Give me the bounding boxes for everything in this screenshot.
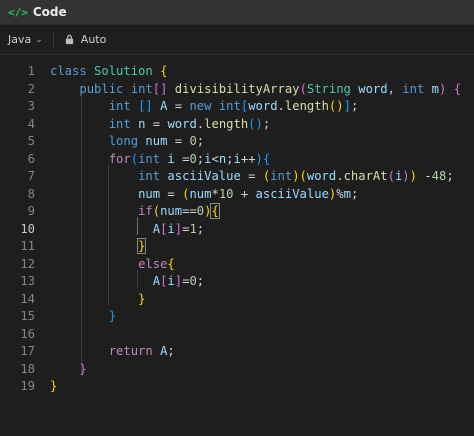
code-text[interactable]: long num = 0; [50, 133, 204, 151]
language-label: Java [8, 33, 32, 46]
line-number: 17 [20, 344, 35, 358]
code-text[interactable]: int [] A = new int[word.length()]; [50, 98, 359, 116]
line-number: 2 [27, 81, 35, 96]
language-selector[interactable]: Java ⌄ [8, 33, 43, 46]
line-number: 14 [20, 291, 35, 306]
line-number: 5 [27, 134, 35, 148]
code-line[interactable]: 9 if(num==0){ [0, 203, 474, 221]
code-text[interactable]: } [50, 308, 116, 326]
code-editor[interactable]: 1 class Solution {2 public int[] divisibi… [0, 60, 474, 436]
code-line[interactable]: 2 public int[] divisibilityArray(String … [0, 81, 474, 99]
line-number: 11 [20, 239, 35, 253]
code-line[interactable]: 8 num = (num*10 + asciiValue)%m; [0, 186, 474, 204]
code-line[interactable]: 6 for(int i =0;i<n;i++){ [0, 151, 474, 169]
code-text[interactable]: } [50, 378, 57, 396]
code-text[interactable]: return A; [50, 343, 175, 361]
code-line[interactable]: 13 A[i]=0; [0, 273, 474, 291]
line-number: 8 [27, 186, 35, 201]
code-text[interactable]: for(int i =0;i<n;i++){ [50, 151, 271, 169]
toolbar-divider [52, 32, 54, 47]
auto-mode-label[interactable]: Auto [81, 33, 107, 46]
code-line[interactable]: 7 int asciiValue = (int)(word.charAt(i))… [0, 168, 474, 186]
code-text[interactable]: } [50, 291, 145, 309]
code-window: </> Code Java ⌄ Auto 1 class Solution {2 … [0, 0, 474, 436]
code-line[interactable]: 12 else{ [0, 256, 474, 274]
code-line[interactable]: 1 class Solution { [0, 63, 474, 81]
code-text[interactable]: } [50, 361, 86, 379]
line-number: 6 [27, 151, 35, 166]
code-line[interactable]: 14 } [0, 291, 474, 309]
line-number: 18 [20, 361, 35, 376]
lock-icon [65, 34, 73, 45]
code-lines: 1 class Solution {2 public int[] divisibi… [0, 60, 474, 396]
line-number: 12 [20, 256, 35, 271]
line-number: 3 [27, 99, 35, 113]
code-line[interactable]: 17 return A; [0, 343, 474, 361]
line-number: 9 [27, 204, 35, 218]
code-text[interactable]: if(num==0){ [50, 203, 220, 221]
code-text[interactable]: } [50, 238, 147, 256]
line-number: 19 [20, 379, 35, 393]
code-text[interactable]: int n = word.length(); [50, 116, 271, 134]
code-line[interactable]: 5 long num = 0; [0, 133, 474, 151]
chevron-down-icon: ⌄ [35, 34, 43, 45]
line-number: 7 [27, 169, 35, 183]
line-number: 15 [20, 309, 35, 323]
code-line[interactable]: 4 int n = word.length(); [0, 116, 474, 134]
window-title: Code [32, 5, 67, 19]
line-number: 16 [20, 326, 35, 341]
code-text[interactable]: int asciiValue = (int)(word.charAt(i)) -… [50, 168, 454, 186]
code-line[interactable]: 18 } [0, 361, 474, 379]
code-text[interactable]: class Solution { [50, 63, 167, 81]
code-line[interactable]: 11 } [0, 238, 474, 256]
line-number: 13 [20, 274, 35, 288]
code-text[interactable]: A[i]=0; [50, 273, 204, 291]
code-line[interactable]: 3 int [] A = new int[word.length()]; [0, 98, 474, 116]
code-line[interactable]: 16 [0, 326, 474, 344]
line-number: 4 [27, 116, 35, 131]
line-number: 1 [27, 64, 35, 78]
code-text[interactable]: else{ [50, 256, 175, 274]
code-line[interactable]: 19} [0, 378, 474, 396]
editor-toolbar: Java ⌄ Auto [0, 25, 474, 55]
title-bar: </> Code [0, 0, 474, 25]
line-number: 10 [20, 221, 35, 236]
code-text[interactable]: A[i]=1; [50, 221, 204, 239]
code-text[interactable]: public int[] divisibilityArray(String wo… [50, 81, 461, 99]
code-line[interactable]: 15 } [0, 308, 474, 326]
code-text[interactable]: num = (num*10 + asciiValue)%m; [50, 186, 358, 204]
code-line[interactable]: 10 A[i]=1; [0, 221, 474, 239]
code-brackets-icon: </> [8, 5, 28, 19]
